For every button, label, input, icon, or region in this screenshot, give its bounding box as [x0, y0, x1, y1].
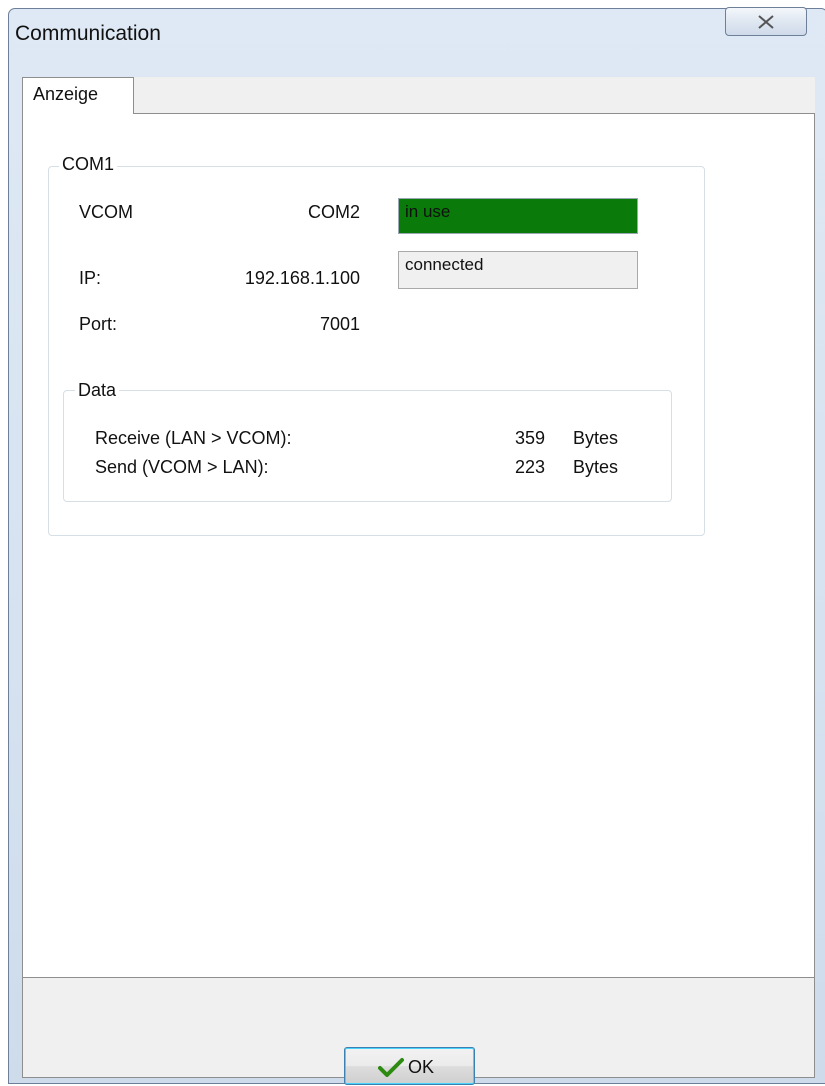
- vcom-label: VCOM: [79, 202, 133, 222]
- status-in-use: in use: [398, 198, 638, 234]
- ok-label: OK: [408, 1057, 435, 1077]
- ip-label: IP:: [79, 268, 102, 288]
- receive-label: Receive (LAN > VCOM):: [95, 428, 292, 448]
- window-title: Communication: [15, 22, 161, 45]
- close-icon: [758, 15, 774, 29]
- send-value: 223: [514, 457, 545, 477]
- receive-value: 359: [514, 428, 545, 448]
- port-value: 7001: [319, 314, 360, 334]
- send-unit: Bytes: [573, 457, 619, 477]
- checkmark-icon: [378, 1058, 404, 1077]
- tab-strip: [22, 77, 815, 114]
- com-group-label: COM1: [59, 154, 118, 175]
- tab-anzeige[interactable]: Anzeige: [22, 77, 134, 114]
- close-button[interactable]: [725, 7, 807, 36]
- status-connected: connected: [398, 251, 638, 289]
- receive-unit: Bytes: [573, 428, 619, 448]
- vcom-value: COM2: [307, 202, 360, 222]
- ip-value: 192.168.1.100: [244, 268, 360, 288]
- port-label: Port:: [79, 314, 118, 334]
- ok-button[interactable]: OK: [344, 1047, 475, 1085]
- send-label: Send (VCOM > LAN):: [95, 457, 269, 477]
- data-group-label: Data: [75, 380, 120, 401]
